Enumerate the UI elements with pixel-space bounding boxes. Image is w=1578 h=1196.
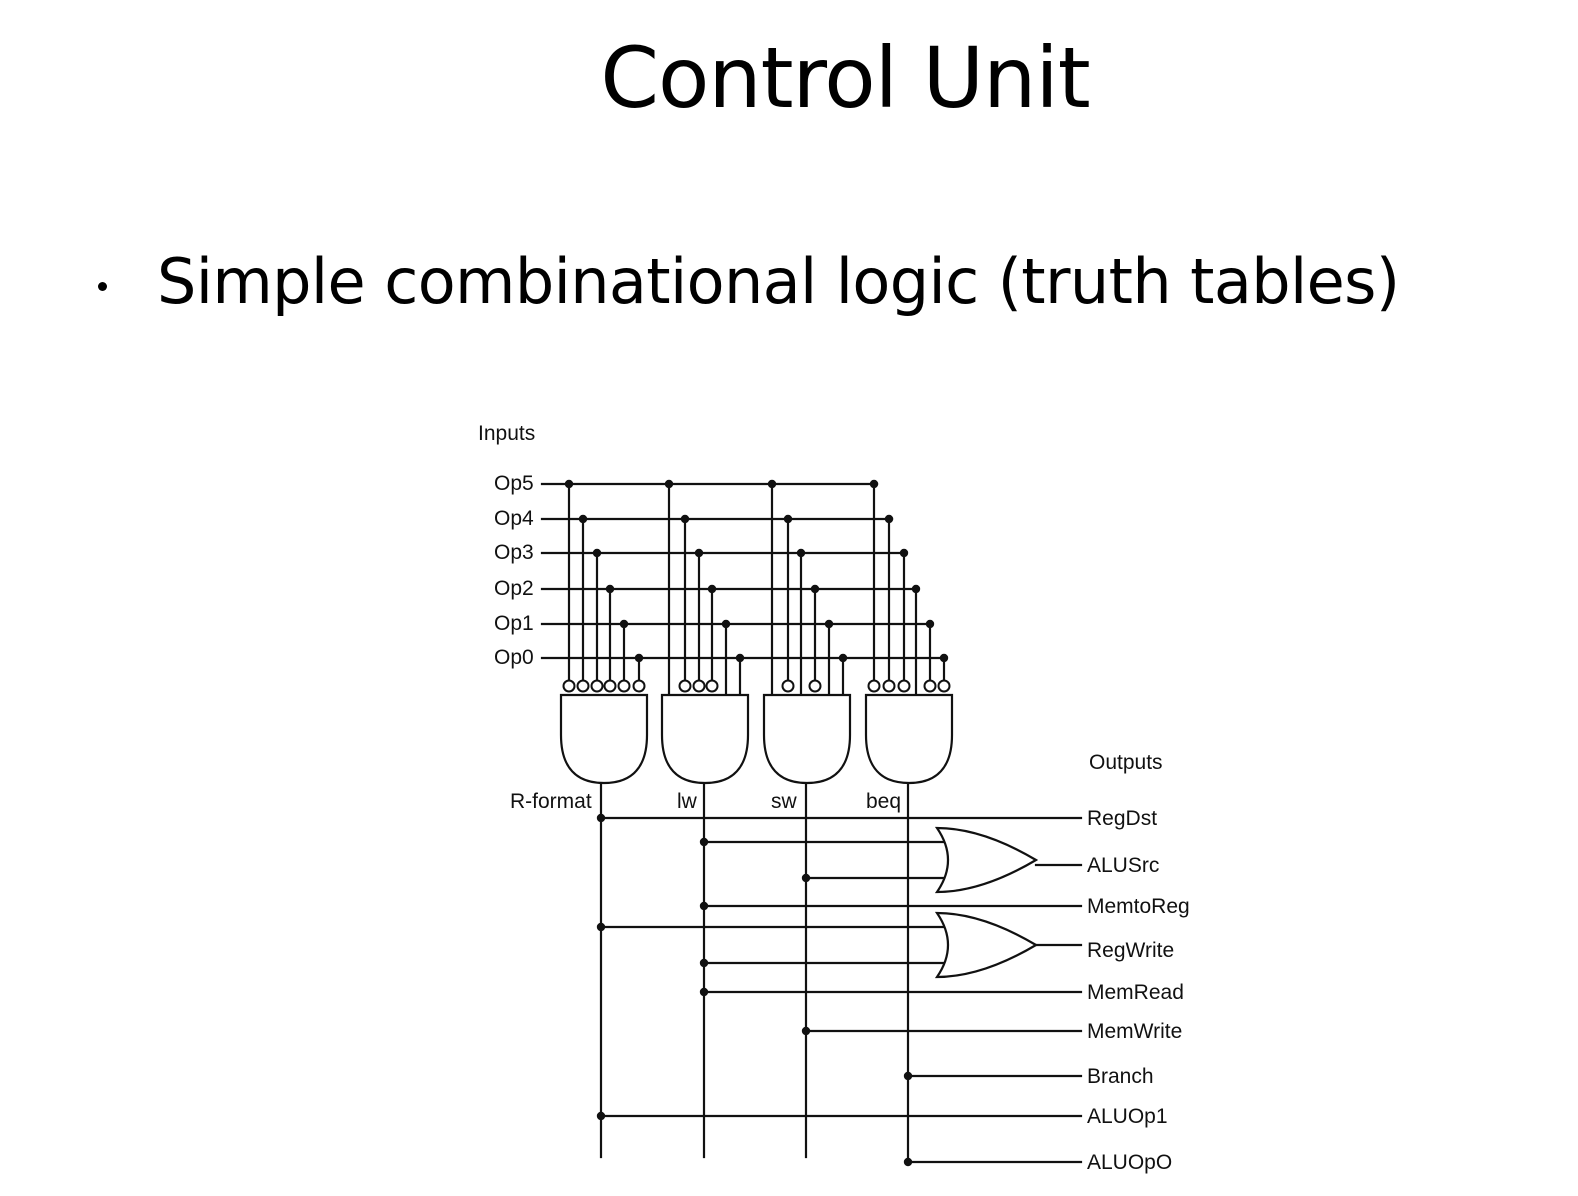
junction-dot [634, 653, 644, 663]
inverter-bubble [897, 679, 911, 693]
junction-dot [810, 584, 820, 594]
junction-dot [838, 653, 848, 663]
inverter-bubble [590, 679, 604, 693]
input-label-op2: Op2 [494, 577, 534, 600]
junction-dot [903, 1157, 913, 1167]
junction-dot [707, 584, 717, 594]
junction-dot [903, 1071, 913, 1081]
inverter-bubble [678, 679, 692, 693]
junction-dot [680, 514, 690, 524]
outputs-label: Outputs [1089, 751, 1163, 774]
labels: Op5 Op4 Op3 Op2 Op1 Op0 R-format lw sw beq RegDst A… [494, 472, 1190, 1174]
junction-dot [564, 479, 574, 489]
inverter-bubble [562, 679, 576, 693]
junction-dot [939, 653, 949, 663]
inverter-bubble [923, 679, 937, 693]
junction-dot [869, 479, 879, 489]
input-label-op5: Op5 [494, 472, 534, 495]
inverter-bubble [617, 679, 631, 693]
decoder-label-beq: beq [866, 790, 901, 813]
inverter-bubble [882, 679, 896, 693]
decoder-label-sw: sw [771, 790, 798, 813]
output-label-branch: Branch [1087, 1065, 1154, 1088]
decoder-label-r-format: R-format [510, 790, 592, 813]
inverter-bubble [867, 679, 881, 693]
input-label-op0: Op0 [494, 646, 534, 669]
output-label-aluopo: ALUOpO [1087, 1151, 1172, 1174]
junction-dot [619, 619, 629, 629]
junction-dot [735, 653, 745, 663]
inverter-bubble [576, 679, 590, 693]
junction-dot [911, 584, 921, 594]
junction-dot [767, 479, 777, 489]
junction-dot [694, 548, 704, 558]
inverter-bubble [937, 679, 951, 693]
inputs-label: Inputs [478, 422, 535, 445]
output-label-aluop1: ALUOp1 [1087, 1105, 1168, 1128]
output-label-regwrite: RegWrite [1087, 939, 1174, 962]
junction-dot [605, 584, 615, 594]
junction-dot [596, 922, 606, 932]
junction-dot [796, 548, 806, 558]
inverter-bubble [632, 679, 646, 693]
junction-dot [596, 1111, 606, 1121]
junction-dot [699, 958, 709, 968]
junction-dot [783, 514, 793, 524]
input-label-op4: Op4 [494, 507, 534, 530]
junction-dot [721, 619, 731, 629]
gates [559, 679, 1039, 979]
junction-dot [699, 901, 709, 911]
junction-dot [578, 514, 588, 524]
and-gate-lw [660, 693, 750, 785]
junction-dot [699, 987, 709, 997]
output-label-regdst: RegDst [1087, 807, 1157, 830]
decoder-label-lw: lw [677, 790, 698, 813]
control-unit-logic-diagram: Inputs Outputs Op5 Op4 Op3 Op2 Op1 Op0 R-forma… [478, 422, 1190, 1174]
and-gate-r-format [559, 693, 649, 785]
wires [540, 479, 1083, 1167]
inverter-bubble [603, 679, 617, 693]
junction-dot [884, 514, 894, 524]
inverter-bubble [781, 679, 795, 693]
and-gate-sw [762, 693, 852, 785]
junction-dot [699, 837, 709, 847]
inverter-bubble [705, 679, 719, 693]
junction-dot [664, 479, 674, 489]
or-gate-alusrc [934, 826, 1039, 894]
inverter-bubble [692, 679, 706, 693]
output-label-memread: MemRead [1087, 981, 1184, 1004]
junction-dot [592, 548, 602, 558]
output-label-alusrc: ALUSrc [1087, 854, 1159, 877]
junction-dot [925, 619, 935, 629]
junction-dot [801, 1026, 811, 1036]
inverter-bubble [808, 679, 822, 693]
junction-dot [824, 619, 834, 629]
output-label-memwrite: MemWrite [1087, 1020, 1182, 1043]
junction-dot [899, 548, 909, 558]
input-label-op3: Op3 [494, 541, 534, 564]
junction-dot [801, 873, 811, 883]
and-gate-beq [864, 693, 954, 785]
or-gate-regwrite [934, 911, 1039, 979]
input-label-op1: Op1 [494, 612, 534, 635]
junction-dot [596, 813, 606, 823]
output-label-memtoreg: MemtoReg [1087, 895, 1190, 918]
